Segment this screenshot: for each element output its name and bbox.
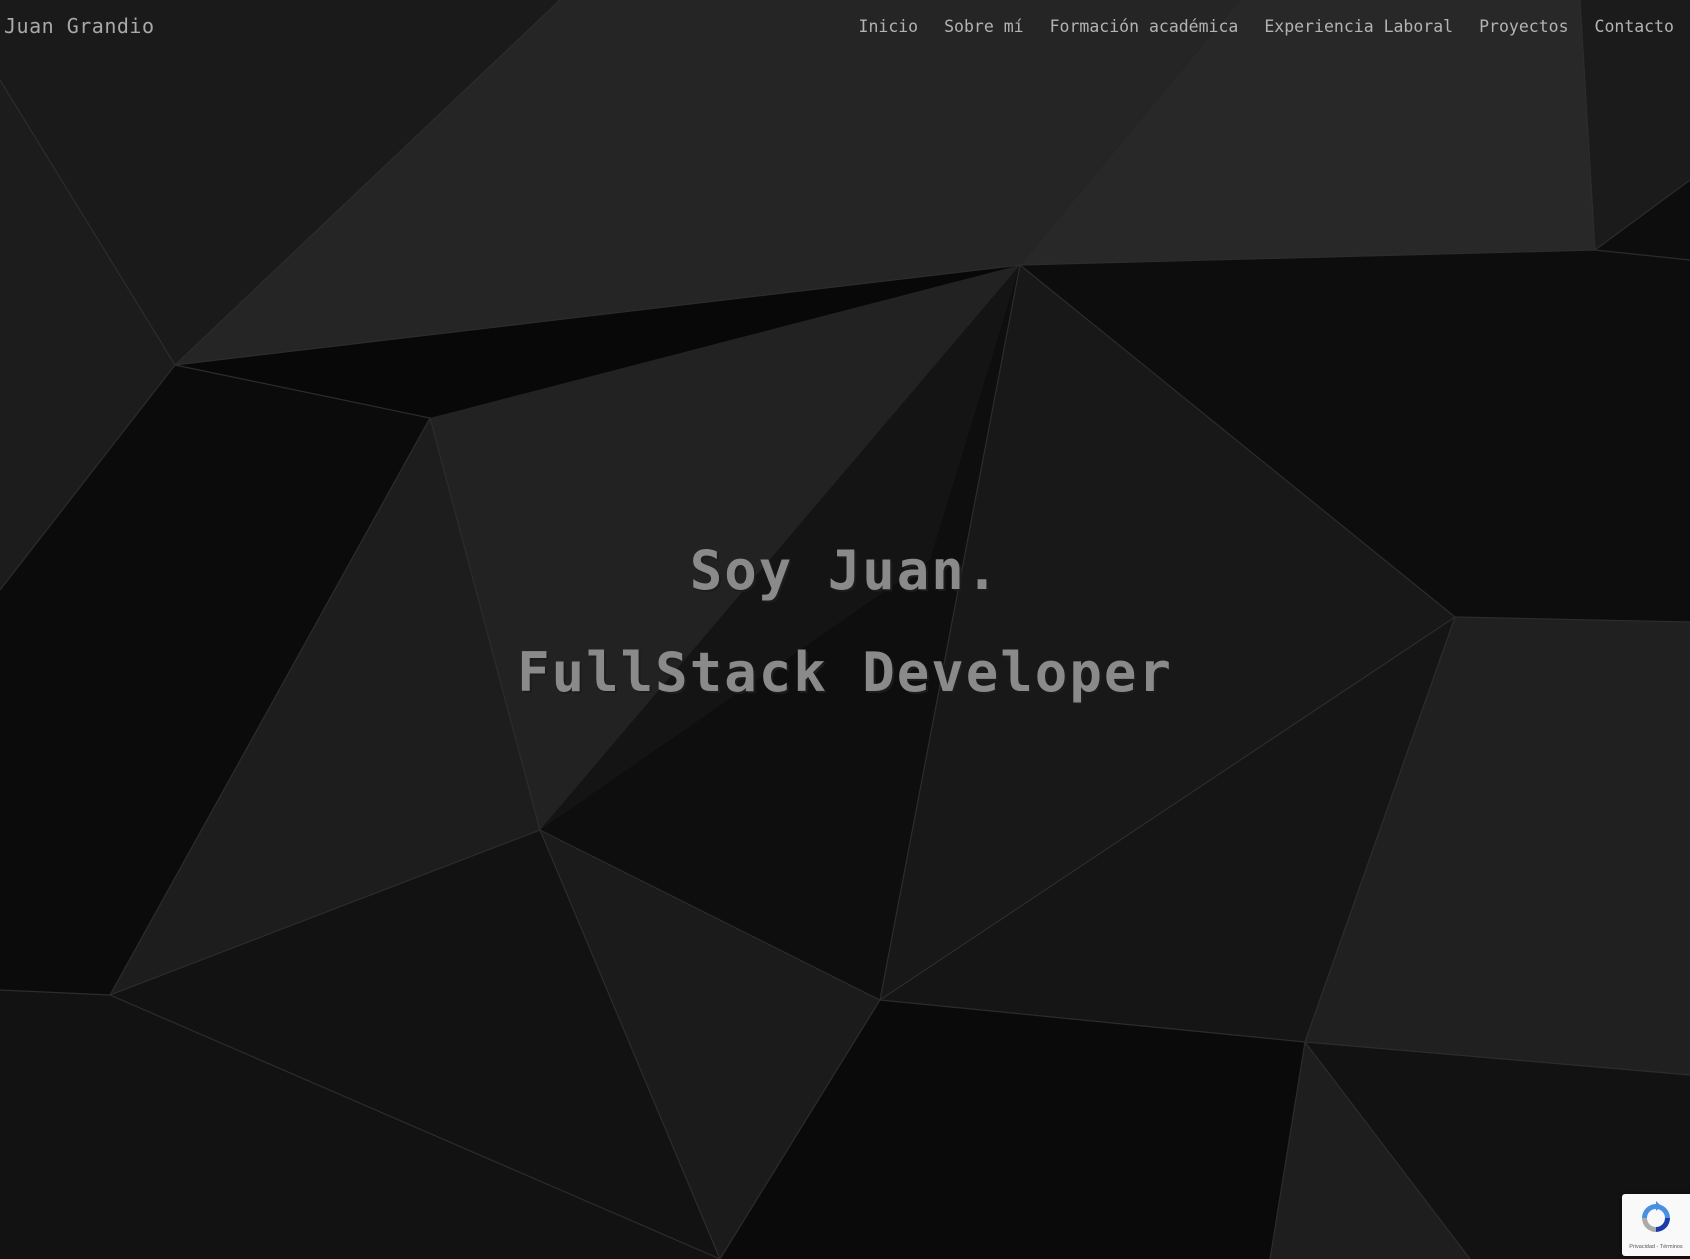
hero-greeting: Soy Juan. — [689, 539, 1001, 602]
hero-section: Soy Juan. FullStack Developer — [0, 520, 1690, 724]
nav-link-sobre-mi[interactable]: Sobre mí — [944, 17, 1023, 36]
nav-link-inicio[interactable]: Inicio — [859, 17, 919, 36]
page: Juan Grandio Inicio Sobre mí Formación a… — [0, 0, 1690, 1259]
main-nav: Inicio Sobre mí Formación académica Expe… — [859, 17, 1674, 36]
nav-link-proyectos[interactable]: Proyectos — [1479, 17, 1568, 36]
nav-link-contacto[interactable]: Contacto — [1595, 17, 1674, 36]
recaptcha-badge[interactable]: Privacidad - Términos — [1622, 1194, 1690, 1256]
brand-logo-link[interactable]: Juan Grandio — [4, 14, 155, 38]
top-navbar: Juan Grandio Inicio Sobre mí Formación a… — [0, 0, 1690, 56]
nav-link-experiencia-laboral[interactable]: Experiencia Laboral — [1264, 17, 1453, 36]
recaptcha-icon — [1642, 1201, 1670, 1232]
nav-link-formacion-academica[interactable]: Formación académica — [1050, 17, 1239, 36]
hero-role: FullStack Developer — [517, 641, 1173, 704]
recaptcha-terms[interactable]: Privacidad - Términos — [1622, 1244, 1690, 1250]
